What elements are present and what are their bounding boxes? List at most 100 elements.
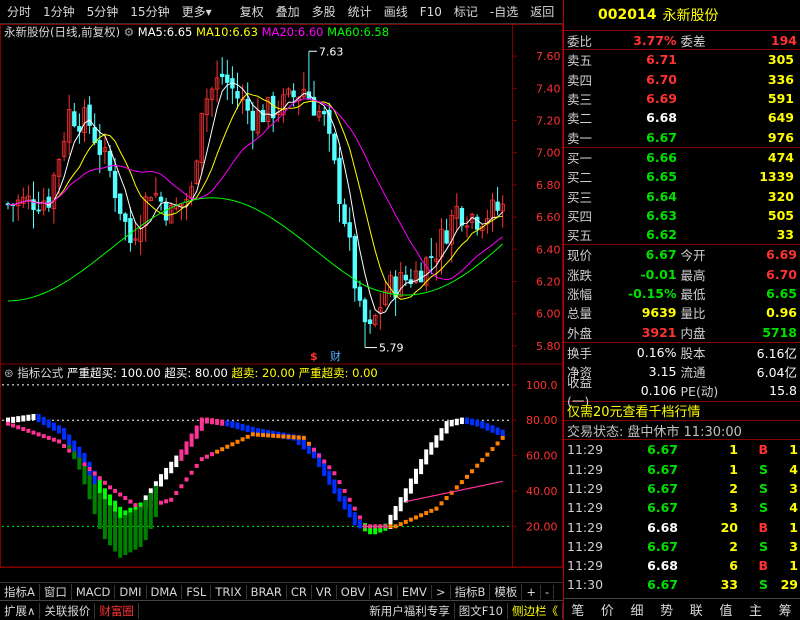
indicator-dot (271, 433, 276, 438)
bids-volume: 505 (767, 207, 794, 223)
trade-count: 1 (789, 558, 798, 574)
indicator-dot (67, 448, 72, 453)
asks-row[interactable]: 卖二 6.68 649 (564, 108, 800, 127)
indicator-tab[interactable]: + (522, 584, 542, 599)
tab-15min[interactable]: 15分钟 (125, 1, 174, 23)
indicator-tab[interactable]: 指标B (451, 583, 491, 600)
bids-row[interactable]: 买五 6.62 33 (564, 225, 800, 244)
indicator-dot (480, 458, 485, 463)
indicator-bar (189, 433, 194, 447)
candle-body (367, 319, 373, 325)
indicator-dot (230, 442, 235, 447)
quote-tab[interactable]: 联 (690, 600, 703, 619)
indicator-dot (317, 453, 322, 458)
quote-tab[interactable]: 筹 (779, 600, 792, 619)
trade-time: 11:29 (567, 480, 604, 496)
wealth-circle-button[interactable]: 财富圈 (95, 602, 139, 619)
expand-button[interactable]: 扩展∧ (0, 602, 41, 619)
related-quote-button[interactable]: 关联报价 (40, 602, 96, 619)
chart-area[interactable]: 7.60 7.40 7.20 7.00 6.80 6.60 6.40 6.20 6.00 5.80… (0, 24, 563, 568)
indicator-bar (230, 421, 235, 428)
overlay-button[interactable]: 叠加 (271, 1, 305, 23)
quote-tab[interactable]: 笔 (571, 600, 584, 619)
quote-tab[interactable]: 值 (719, 600, 732, 619)
ma60-line (7, 197, 504, 302)
quote-tabs: 笔价细势联值主筹 (563, 598, 800, 620)
indicator-tab[interactable]: 模板 (490, 583, 523, 600)
fuquan-button[interactable]: 复权 (235, 1, 269, 23)
indicator-tab[interactable]: CR (287, 584, 312, 599)
indicator-dot (220, 447, 225, 452)
indicator-tab[interactable]: DMA (147, 584, 183, 599)
indicator-dot (102, 480, 107, 485)
back-button[interactable]: 返回 (525, 1, 559, 23)
stats-button[interactable]: 统计 (343, 1, 377, 23)
asks-volume: 649 (767, 110, 794, 126)
ind-tick-label: 60.00 (526, 450, 558, 463)
indicator-tab[interactable]: TRIX (211, 584, 247, 599)
sidebar-toggle[interactable]: 侧边栏《 (508, 602, 563, 619)
tab-5min[interactable]: 5分钟 (82, 1, 124, 23)
indicator-dot (235, 439, 240, 444)
stat-value: 9639 (641, 305, 677, 321)
indicator-dot (210, 452, 214, 457)
indicator-tab[interactable]: 窗口 (40, 583, 72, 600)
asks-row[interactable]: 卖四 6.70 336 (564, 70, 800, 89)
watchlist-remove-button[interactable]: -自选 (485, 1, 523, 23)
asks-label: 卖一 (567, 130, 593, 146)
bids-row[interactable]: 买二 6.65 1339 (564, 167, 800, 186)
indicator-dot (225, 444, 230, 449)
tab-more[interactable]: 更多▾ (177, 1, 217, 23)
kline-chart[interactable]: 7.60 7.40 7.20 7.00 6.80 6.60 6.40 6.20 6.00 5.80… (0, 24, 563, 568)
quote-tab[interactable]: 势 (660, 600, 673, 619)
quote-tab[interactable]: 价 (601, 600, 614, 619)
indicator-tab[interactable]: > (432, 584, 451, 599)
bids-row[interactable]: 买四 6.63 505 (564, 206, 800, 225)
indicator-tab[interactable]: ASI (370, 584, 398, 599)
draw-line-button[interactable]: 画线 (379, 1, 413, 23)
indicator-tab[interactable]: EMV (398, 584, 432, 599)
new-user-link[interactable]: 新用户福利专享 (365, 602, 455, 619)
dollar-marker[interactable]: $ (310, 350, 318, 363)
indicator-tab[interactable]: OBV (337, 584, 371, 599)
asks-price: 6.68 (646, 110, 677, 126)
indicator-tab[interactable]: DMI (115, 584, 147, 599)
asks-price: 6.69 (646, 91, 677, 107)
asks-row[interactable]: 卖一 6.67 976 (564, 127, 800, 146)
trade-count: 1 (789, 519, 798, 535)
asks-row[interactable]: 卖三 6.69 591 (564, 89, 800, 108)
indicator-tab[interactable]: FSL (182, 584, 212, 599)
f10-graphic-button[interactable]: 图文F10 (455, 602, 508, 619)
indicator-dot (373, 524, 378, 529)
tab-fenshi[interactable]: 分时 (2, 1, 36, 23)
indicator-tab[interactable]: - (541, 584, 555, 599)
finance-marker[interactable]: 财 (330, 349, 341, 363)
bids-row[interactable]: 买一 6.66 474 (564, 148, 800, 167)
indicator-dot (327, 465, 332, 470)
mark-button[interactable]: 标记 (449, 1, 483, 23)
candle-body (429, 256, 434, 258)
indicator-tab[interactable]: BRAR (247, 584, 287, 599)
quote-tab[interactable]: 细 (631, 600, 644, 619)
collapse-icon[interactable]: ⊛ (4, 366, 14, 380)
f10-button[interactable]: F10 (415, 1, 447, 23)
indicator-dot (500, 435, 505, 440)
promo-link[interactable]: 仅需20元查看千档行情 (564, 400, 800, 420)
indicator-tab[interactable]: MACD (72, 584, 116, 599)
asks-row[interactable]: 卖五 6.71 305 (564, 50, 800, 69)
indicator-bar (342, 496, 347, 510)
indicator-dot (41, 434, 46, 439)
indicator-name[interactable]: 指标公式 (17, 366, 63, 380)
tab-1min[interactable]: 1分钟 (38, 1, 80, 23)
ma20-label: MA20: (261, 25, 298, 39)
indicator-bar (51, 422, 56, 431)
indicator-tab[interactable]: 指标A (0, 583, 40, 600)
price-stats: 现价 6.67 今开 6.69 涨跌 -0.01 最高 6.70 涨幅 -0.15% 最低 6.65 总… (564, 244, 800, 341)
bids-row[interactable]: 买三 6.64 320 (564, 186, 800, 205)
settings-icon[interactable]: ⚙ (124, 25, 134, 39)
price-tick-label: 7.60 (536, 50, 561, 63)
indicator-tab[interactable]: VR (312, 584, 337, 599)
multi-stock-button[interactable]: 多股 (307, 1, 341, 23)
quote-tab[interactable]: 主 (749, 600, 762, 619)
indicator-dot (128, 499, 133, 504)
